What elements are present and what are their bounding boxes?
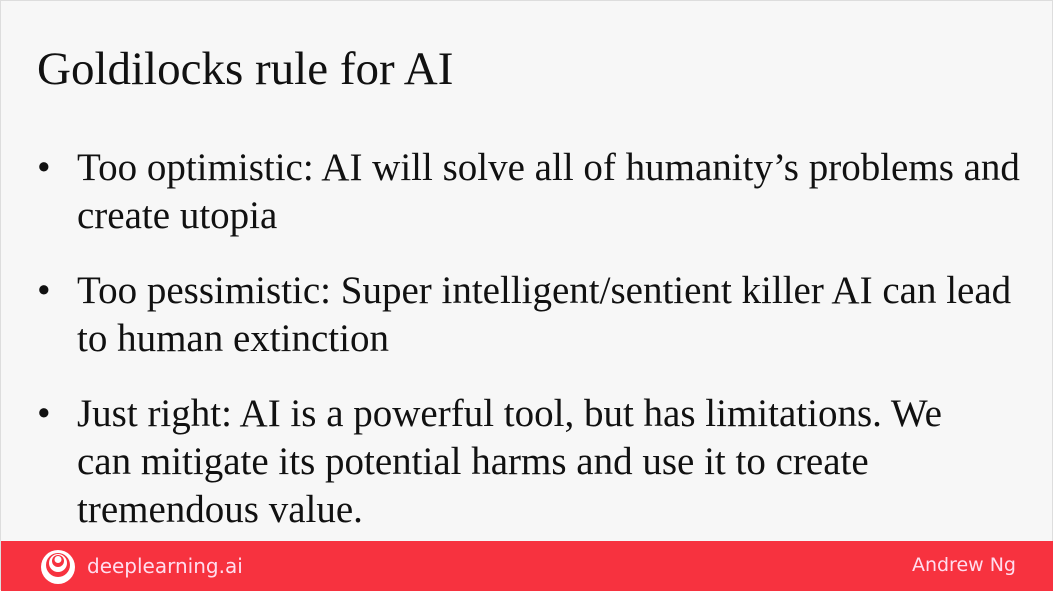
slide-title: Goldilocks rule for AI xyxy=(37,43,454,95)
bullet-item: • Too optimistic: AI will solve all of hu… xyxy=(37,144,1037,240)
bullet-text: Too optimistic: AI will solve all of hum… xyxy=(77,146,1020,237)
bullet-icon: • xyxy=(37,146,51,189)
bullet-icon: • xyxy=(37,392,51,435)
brand-name: deeplearning.ai xyxy=(87,554,243,578)
bullet-icon: • xyxy=(37,269,51,312)
bullet-item: • Just right: AI is a powerful tool, but … xyxy=(37,390,1037,534)
footer-bar: deeplearning.ai Andrew Ng xyxy=(1,541,1053,591)
slide: Goldilocks rule for AI • Too optimistic: … xyxy=(0,0,1053,591)
author-name: Andrew Ng xyxy=(911,554,1016,576)
deeplearning-logo-icon xyxy=(41,550,75,584)
bullet-item: • Too pessimistic: Super intelligent/sent… xyxy=(37,267,1037,363)
bullet-text: Just right: AI is a powerful tool, but h… xyxy=(77,392,942,531)
bullet-list: • Too optimistic: AI will solve all of hu… xyxy=(37,144,1037,561)
bullet-text: Too pessimistic: Super intelligent/senti… xyxy=(77,269,1012,360)
